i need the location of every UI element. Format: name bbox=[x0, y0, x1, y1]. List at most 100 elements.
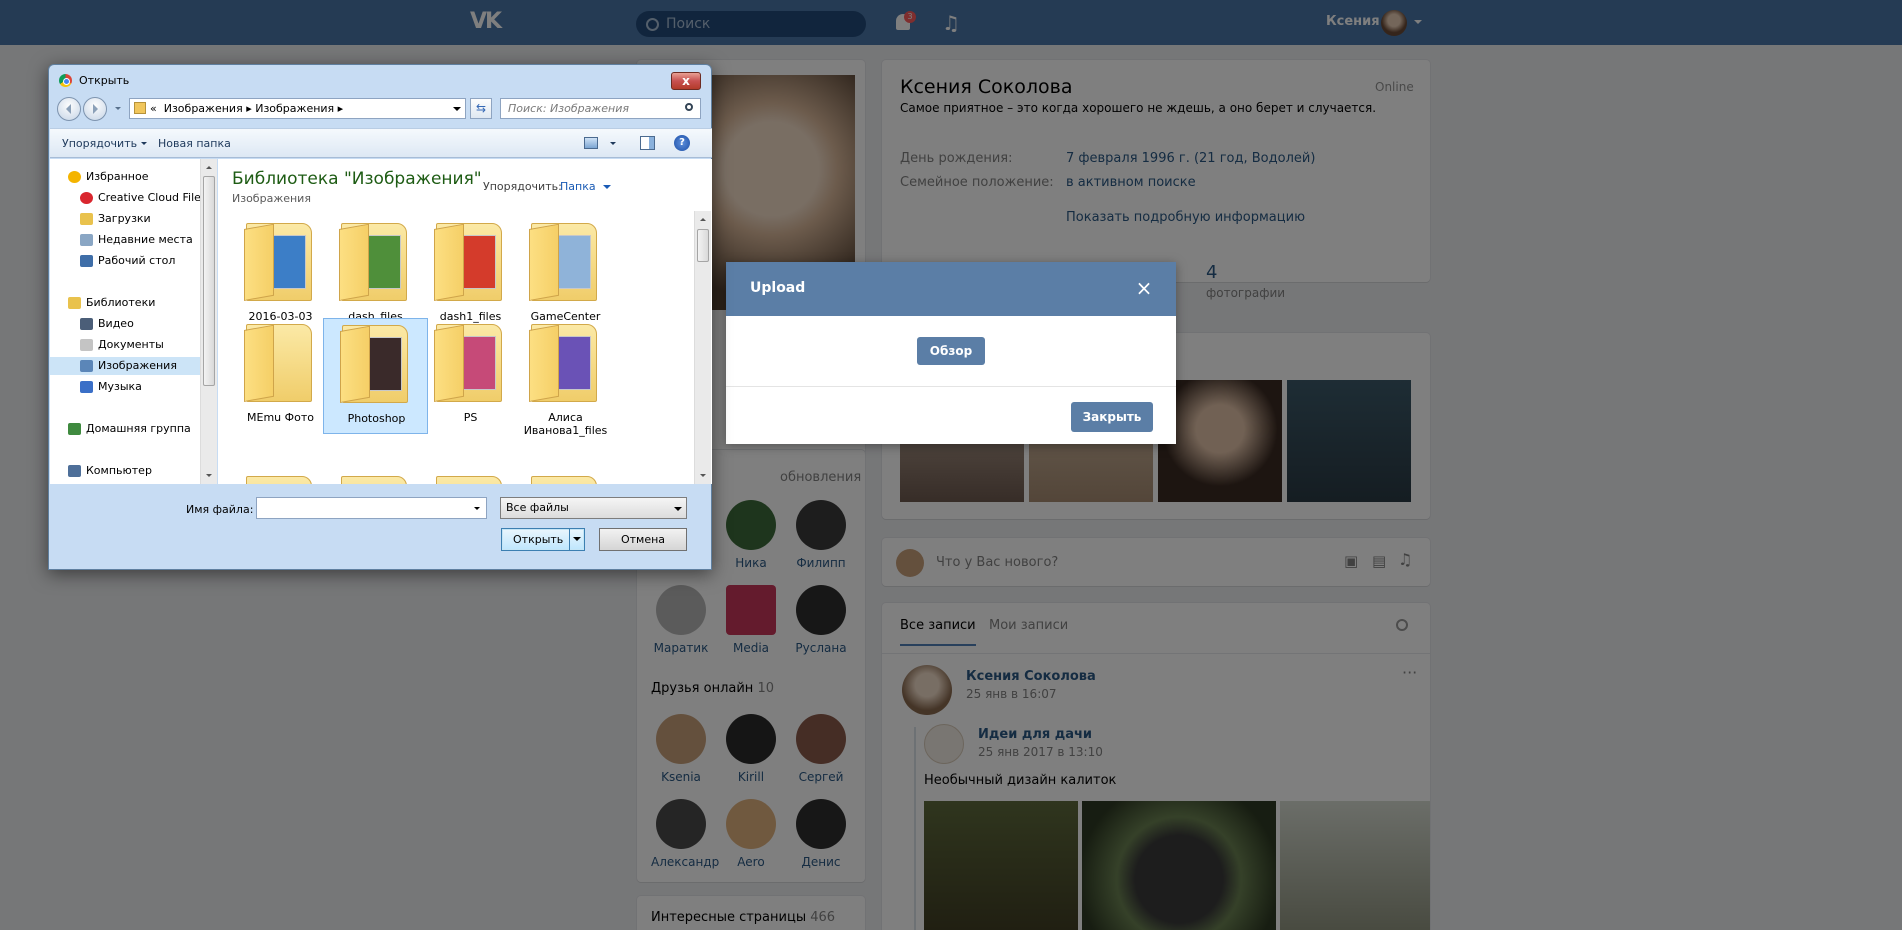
library-subtitle[interactable]: Изображения bbox=[232, 192, 311, 205]
scroll-up-icon[interactable] bbox=[700, 215, 706, 221]
nav-item-label: Документы bbox=[98, 338, 164, 351]
breadcrumb-item[interactable]: Изображения bbox=[255, 102, 334, 115]
folder-icon bbox=[531, 476, 597, 484]
dialog-toolbar: Упорядочить Новая папка ? bbox=[50, 128, 712, 158]
nav-item-label: Избранное bbox=[86, 170, 149, 183]
recent-locations-dropdown[interactable] bbox=[115, 107, 121, 113]
libraries-icon bbox=[68, 297, 81, 309]
chevron-down-icon[interactable] bbox=[674, 507, 682, 515]
new-folder-button[interactable]: Новая папка bbox=[158, 137, 231, 150]
nav-item[interactable]: Загрузки bbox=[50, 210, 200, 228]
folder-item[interactable]: GameCenter bbox=[513, 217, 618, 333]
file-name-input[interactable] bbox=[256, 497, 487, 519]
nav-item[interactable]: Изображения bbox=[50, 357, 200, 375]
folder-front bbox=[244, 223, 274, 301]
organize-button[interactable]: Упорядочить bbox=[62, 137, 148, 150]
folder-item[interactable]: dash_files bbox=[323, 217, 428, 333]
folder-front bbox=[340, 325, 370, 403]
folder-item[interactable]: Алиса Иванова1_files bbox=[513, 318, 618, 437]
file-open-dialog: Открыть x « Изображения ▸ Изображения ▸ … bbox=[48, 64, 712, 570]
cancel-button[interactable]: Отмена bbox=[599, 528, 687, 551]
creative-cloud-icon bbox=[80, 192, 93, 204]
address-overflow[interactable]: « bbox=[150, 102, 157, 115]
scroll-thumb[interactable] bbox=[697, 229, 709, 262]
help-icon[interactable]: ? bbox=[674, 135, 690, 151]
forward-button[interactable] bbox=[83, 97, 107, 121]
nav-item[interactable]: Creative Cloud Files bbox=[50, 189, 200, 207]
nav-item[interactable]: Недавние места bbox=[50, 231, 200, 249]
nav-item-label: Видео bbox=[98, 317, 134, 330]
video-library-icon bbox=[80, 318, 93, 330]
desktop-icon bbox=[80, 255, 93, 267]
close-icon[interactable]: × bbox=[1135, 278, 1153, 298]
open-options-dropdown[interactable] bbox=[573, 537, 581, 545]
nav-item-label: Недавние места bbox=[98, 233, 193, 246]
folder-item[interactable]: 2016-03-03 bbox=[228, 217, 333, 333]
search-icon[interactable] bbox=[685, 103, 693, 111]
upload-modal: Upload × Обзор Закрыть bbox=[726, 262, 1176, 444]
nav-item[interactable]: Музыка bbox=[50, 378, 200, 396]
change-view-icon[interactable] bbox=[584, 137, 598, 149]
dialog-close-button[interactable]: x bbox=[671, 72, 701, 90]
chevron-right-icon[interactable]: ▸ bbox=[338, 102, 344, 115]
folder-item[interactable] bbox=[418, 470, 523, 484]
upload-modal-title: Upload bbox=[750, 280, 806, 296]
close-button[interactable]: Закрыть bbox=[1071, 402, 1153, 432]
homegroup-icon bbox=[68, 423, 81, 435]
search-input[interactable]: Поиск: Изображения bbox=[500, 98, 701, 119]
folder-name: Алиса Иванова1_files bbox=[523, 411, 608, 437]
divider bbox=[569, 529, 570, 550]
divider bbox=[726, 386, 1176, 387]
folder-icon bbox=[341, 476, 407, 484]
file-list: Библиотека "Изображения" Изображения Упо… bbox=[218, 159, 712, 484]
folder-item[interactable]: MEmu Фото bbox=[228, 318, 333, 434]
arrange-by-dropdown[interactable]: Папка bbox=[560, 180, 596, 193]
back-button[interactable] bbox=[57, 97, 81, 121]
nav-item-label: Creative Cloud Files bbox=[98, 191, 200, 204]
scroll-down-icon[interactable] bbox=[206, 474, 212, 480]
documents-library-icon bbox=[80, 339, 93, 351]
chrome-icon bbox=[59, 74, 72, 87]
folder-icon bbox=[436, 476, 502, 484]
folder-front bbox=[434, 223, 464, 301]
navigation-scrollbar[interactable] bbox=[200, 159, 217, 484]
browse-button[interactable]: Обзор bbox=[917, 337, 985, 365]
folder-item[interactable]: PS bbox=[418, 318, 523, 434]
folder-name: PS bbox=[463, 411, 478, 424]
chevron-right-icon[interactable]: ▸ bbox=[246, 102, 252, 115]
folder-item[interactable] bbox=[228, 470, 333, 484]
folder-front bbox=[434, 324, 464, 402]
breadcrumb-item[interactable]: Изображения bbox=[164, 102, 243, 115]
nav-item[interactable]: Избранное bbox=[50, 168, 200, 186]
scroll-up-icon[interactable] bbox=[206, 163, 212, 169]
nav-item[interactable]: Библиотеки bbox=[50, 294, 200, 312]
nav-item[interactable]: Домашняя группа bbox=[50, 420, 200, 438]
folder-item[interactable] bbox=[513, 470, 618, 484]
folder-item[interactable] bbox=[323, 470, 428, 484]
refresh-icon[interactable]: ⇆ bbox=[470, 98, 492, 119]
nav-item[interactable]: Рабочий стол bbox=[50, 252, 200, 270]
folder-name: Photoshop bbox=[347, 412, 406, 425]
chevron-down-icon[interactable] bbox=[474, 507, 480, 513]
scroll-down-icon[interactable] bbox=[700, 474, 706, 480]
dialog-title: Открыть bbox=[79, 74, 130, 87]
nav-item-label: Домашняя группа bbox=[86, 422, 191, 435]
library-title: Библиотека "Изображения" bbox=[232, 169, 482, 189]
search-placeholder: Поиск: Изображения bbox=[508, 102, 629, 115]
preview-pane-icon[interactable] bbox=[640, 136, 655, 150]
chevron-down-icon[interactable] bbox=[610, 142, 616, 148]
nav-item[interactable]: Документы bbox=[50, 336, 200, 354]
address-dropdown-icon[interactable] bbox=[453, 107, 461, 115]
chevron-down-icon[interactable] bbox=[603, 185, 611, 193]
folder-item[interactable]: Photoshop bbox=[323, 318, 428, 434]
nav-item[interactable]: Компьютер bbox=[50, 462, 200, 480]
file-list-scrollbar[interactable] bbox=[694, 211, 711, 484]
file-type-select[interactable]: Все файлы bbox=[500, 497, 687, 519]
folder-item[interactable]: dash1_files bbox=[418, 217, 523, 333]
nav-item[interactable]: Видео bbox=[50, 315, 200, 333]
downloads-folder-icon bbox=[80, 213, 93, 225]
scroll-thumb[interactable] bbox=[203, 176, 215, 386]
recent-places-icon bbox=[80, 234, 93, 246]
folder-front bbox=[244, 324, 274, 402]
address-bar[interactable]: « Изображения ▸ Изображения ▸ bbox=[129, 98, 466, 119]
